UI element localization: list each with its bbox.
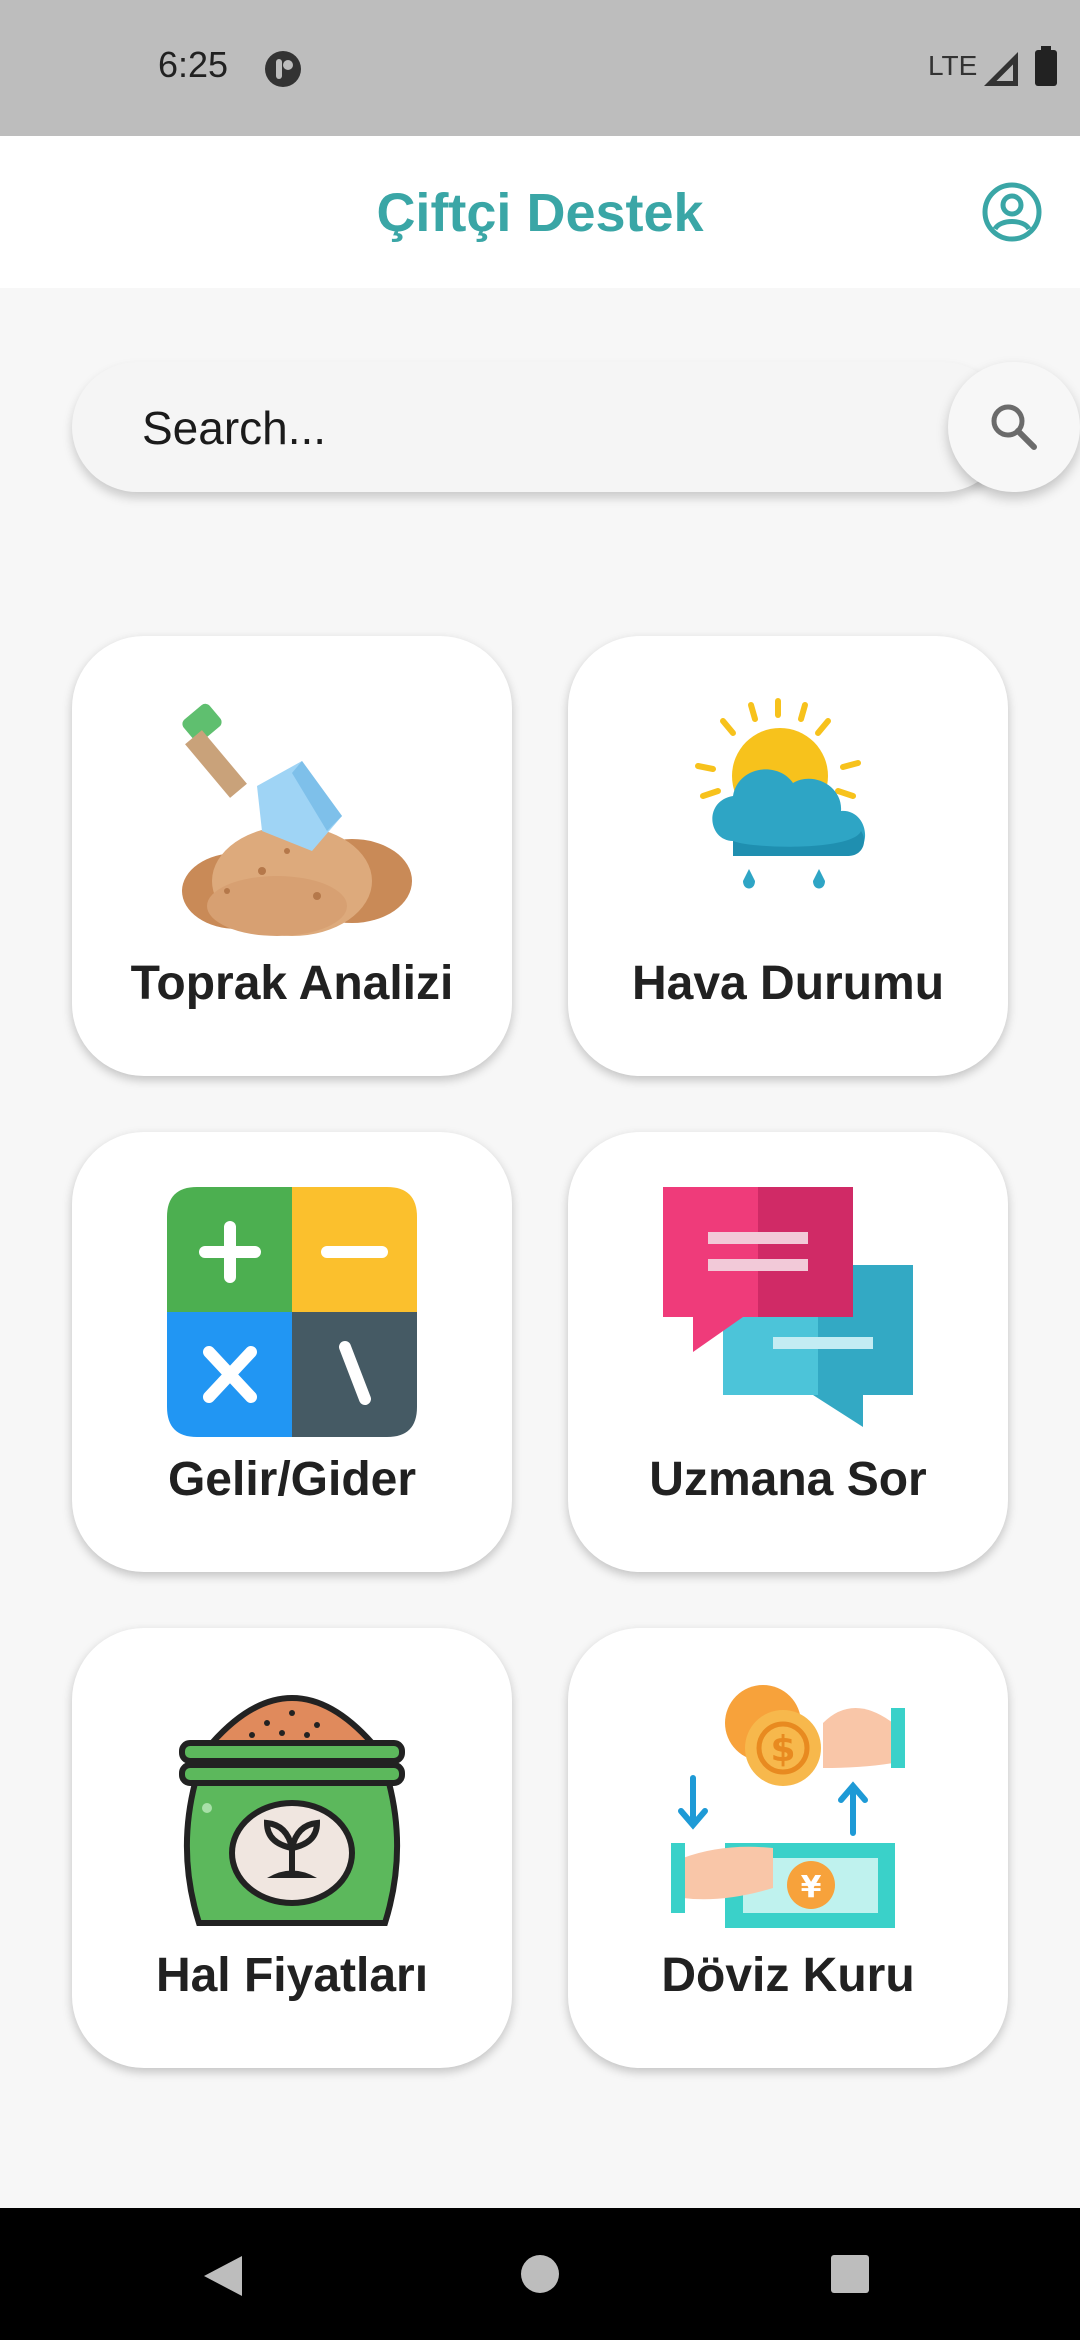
search-icon <box>991 404 1037 450</box>
system-nav-bar <box>0 2208 1080 2340</box>
status-time: 6:25 <box>158 44 229 85</box>
tile-label: Gelir/Gider <box>167 1453 417 1506</box>
tile-toprak-analizi[interactable]: Toprak Analizi <box>72 636 512 1076</box>
search-button[interactable] <box>948 362 1080 492</box>
search-bar <box>72 362 1080 494</box>
chat-bubbles-icon <box>663 1187 913 1427</box>
tile-label: Döviz Kuru <box>661 1949 915 2002</box>
tile-hal-fiyatlari[interactable]: Hal Fiyatları <box>72 1628 512 2068</box>
signal-icon <box>984 52 1018 86</box>
battery-icon <box>1035 46 1057 86</box>
back-icon[interactable] <box>202 2254 246 2298</box>
svg-text:¥: ¥ <box>801 1870 822 1905</box>
app-title: Çiftçi Destek <box>376 183 704 243</box>
tile-label: Uzmana Sor <box>649 1453 927 1506</box>
tile-label: Hal Fiyatları <box>155 1949 429 2002</box>
home-icon[interactable] <box>520 2254 560 2294</box>
account-circle-icon[interactable] <box>980 180 1044 244</box>
search-input[interactable] <box>140 362 904 494</box>
currency-exchange-icon: $ ¥ <box>671 1685 905 1928</box>
app-notification-icon <box>265 51 301 87</box>
status-bar: 6:25 LTE <box>0 0 1080 136</box>
tile-doviz-kuru[interactable]: $ ¥ Döviz Kuru <box>568 1628 1008 2068</box>
tile-label: Toprak Analizi <box>130 957 454 1010</box>
tile-label: Hava Durumu <box>631 957 945 1010</box>
tile-hava-durumu[interactable]: Hava Durumu <box>568 636 1008 1076</box>
network-type: LTE <box>928 50 978 81</box>
svg-text:$: $ <box>770 1729 795 1770</box>
calculator-icon <box>167 1187 417 1437</box>
app-bar: Çiftçi Destek <box>0 136 1080 288</box>
tile-gelir-gider[interactable]: Gelir/Gider <box>72 1132 512 1572</box>
tile-uzmana-sor[interactable]: Uzmana Sor <box>568 1132 1008 1572</box>
recents-icon[interactable] <box>830 2254 870 2294</box>
seed-sack-icon <box>179 1695 405 1926</box>
weather-sun-cloud-icon <box>695 698 866 889</box>
soil-shovel-icon <box>182 703 412 936</box>
